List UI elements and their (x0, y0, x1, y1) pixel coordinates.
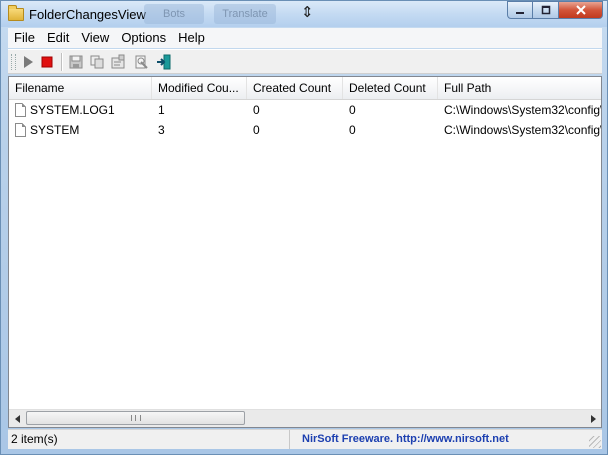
toolbar-grip[interactable] (11, 54, 16, 70)
cell-filename: SYSTEM.LOG1 (9, 100, 152, 120)
resize-grip-icon[interactable] (589, 436, 601, 448)
scroll-right-button[interactable] (584, 410, 601, 427)
stop-button[interactable] (39, 54, 55, 70)
background-taskbar-tab: Bots (144, 4, 204, 24)
menu-bar: File Edit View Options Help (8, 28, 602, 48)
maximize-button[interactable] (533, 1, 559, 19)
horizontal-scrollbar[interactable] (9, 409, 601, 427)
minimize-icon (516, 12, 524, 14)
cell-created-count: 0 (253, 103, 260, 117)
copy-icon (90, 55, 104, 69)
html-report-button[interactable] (133, 54, 149, 70)
status-item-count: 2 item(s) (8, 430, 290, 449)
file-icon (15, 103, 26, 117)
menu-view[interactable]: View (75, 28, 115, 48)
resize-cursor-icon: ⇕ (301, 4, 314, 21)
column-header-filename[interactable]: Filename (9, 77, 152, 99)
play-icon (24, 56, 33, 68)
close-icon (575, 5, 586, 15)
save-icon (69, 55, 83, 69)
cell-deleted-count: 0 (349, 103, 356, 117)
exit-icon (157, 54, 171, 70)
filename-text: SYSTEM (30, 123, 80, 137)
cell-modified-count: 3 (158, 123, 165, 137)
menu-options[interactable]: Options (115, 28, 172, 48)
window-title: FolderChangesView (29, 7, 146, 22)
html-report-icon (135, 55, 148, 69)
folder-icon (8, 5, 24, 21)
cell-modified-count: 1 (158, 103, 165, 117)
cell-created-count: 0 (253, 123, 260, 137)
changes-list[interactable]: Filename Modified Cou... Created Count D… (8, 76, 602, 428)
toolbar (8, 49, 602, 74)
title-bar[interactable]: FolderChangesView Bots Translate ⇕ (1, 1, 607, 27)
background-taskbar-tab: Translate (214, 4, 276, 24)
column-header-deleted-count[interactable]: Deleted Count (343, 77, 438, 99)
properties-button[interactable] (110, 54, 126, 70)
scrollbar-thumb[interactable] (26, 411, 245, 425)
menu-file[interactable]: File (8, 28, 41, 48)
caption-buttons (507, 1, 603, 20)
cell-deleted-count: 0 (349, 123, 356, 137)
properties-icon (111, 54, 125, 69)
file-icon (15, 123, 26, 137)
table-row[interactable]: SYSTEM.LOG1 1 0 0 C:\Windows\System32\co… (9, 100, 601, 120)
copy-button[interactable] (89, 54, 105, 70)
column-header-full-path[interactable]: Full Path (438, 77, 601, 99)
column-header-created-count[interactable]: Created Count (247, 77, 343, 99)
list-header: Filename Modified Cou... Created Count D… (9, 77, 601, 100)
scroll-left-icon (14, 414, 20, 423)
scroll-left-button[interactable] (9, 410, 26, 427)
nirsoft-link[interactable]: NirSoft Freeware. http://www.nirsoft.net (302, 430, 509, 449)
column-header-modified-count[interactable]: Modified Cou... (152, 77, 247, 99)
thumb-grip-icon (131, 415, 141, 421)
cell-full-path: C:\Windows\System32\config\ (444, 123, 601, 137)
cell-full-path: C:\Windows\System32\config\ (444, 103, 601, 117)
app-window: FolderChangesView Bots Translate ⇕ File … (0, 0, 608, 455)
toolbar-separator (61, 53, 63, 71)
save-button[interactable] (68, 54, 84, 70)
table-row[interactable]: SYSTEM 3 0 0 C:\Windows\System32\config\ (9, 120, 601, 140)
start-button[interactable] (20, 54, 36, 70)
minimize-button[interactable] (507, 1, 533, 19)
filename-text: SYSTEM.LOG1 (30, 103, 115, 117)
status-bar: 2 item(s) NirSoft Freeware. http://www.n… (8, 429, 602, 449)
close-button[interactable] (559, 1, 603, 19)
menu-help[interactable]: Help (172, 28, 211, 48)
scroll-right-icon (590, 414, 596, 423)
stop-icon (41, 56, 53, 68)
cell-filename: SYSTEM (9, 120, 152, 140)
menu-edit[interactable]: Edit (41, 28, 75, 48)
exit-button[interactable] (156, 54, 172, 70)
maximize-icon (541, 5, 550, 15)
